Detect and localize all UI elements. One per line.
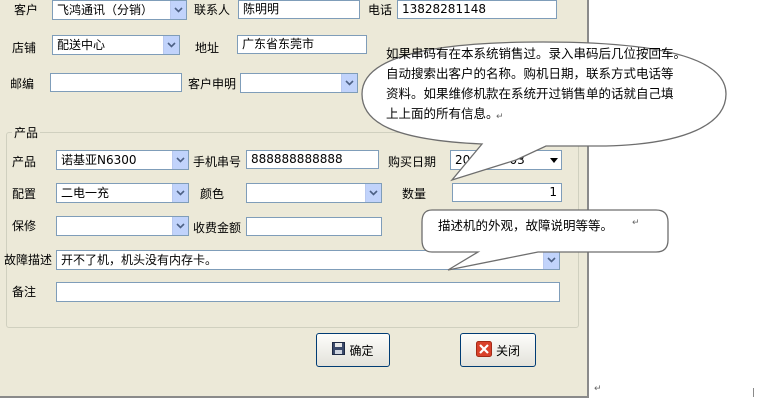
ok-label: 确定 — [349, 343, 374, 358]
customer-value: 飞鸿通讯（分销） — [57, 3, 154, 17]
close-button[interactable]: 关闭 — [460, 333, 536, 367]
store-value: 配送中心 — [57, 38, 106, 52]
remark-label: 备注 — [12, 285, 37, 299]
callout-line: 资料。如果维修机款在系统开过销售单的话就自己填 — [386, 86, 674, 101]
zip-label: 邮编 — [10, 77, 35, 91]
top-callout-text: 如果串码有在本系统销售过。录入串码后几位按回车。 自动搜索出客户的名称。购机日期… — [386, 44, 686, 124]
fee-label: 收费金额 — [193, 221, 242, 235]
qty-label: 数量 — [402, 187, 427, 201]
close-label: 关闭 — [495, 343, 520, 358]
chevron-down-icon[interactable] — [163, 36, 179, 54]
store-select[interactable]: 配送中心 — [52, 35, 180, 55]
claim-select[interactable] — [240, 73, 358, 93]
zip-field[interactable] — [50, 73, 182, 92]
color-select[interactable] — [246, 183, 382, 203]
address-label: 地址 — [195, 41, 220, 55]
warranty-select[interactable] — [56, 216, 189, 236]
product-group-title: 产品 — [12, 124, 41, 141]
callout-line: 上上面的所有信息。 — [386, 106, 499, 121]
chevron-down-icon[interactable] — [341, 74, 357, 92]
color-label: 颜色 — [200, 187, 225, 201]
text-cursor-icon: | — [752, 388, 756, 398]
contact-label: 联系人 — [194, 3, 231, 17]
return-mark-icon: ↵ — [594, 384, 602, 394]
phone-field[interactable]: 13828281148 — [397, 0, 557, 19]
chevron-down-icon[interactable] — [172, 151, 188, 169]
callout-line: 自动搜索出客户的名称。购机日期，联系方式电话等 — [386, 66, 674, 81]
address-field[interactable]: 广东省东莞市 — [237, 35, 367, 54]
warranty-label: 保修 — [12, 219, 37, 233]
close-icon — [475, 340, 492, 360]
fault-label: 故障描述 — [4, 253, 53, 267]
chevron-down-icon[interactable] — [172, 217, 188, 235]
return-mark-icon: ↵ — [632, 218, 640, 228]
serial-label: 手机串号 — [193, 155, 242, 169]
callout-line: 如果串码有在本系统销售过。录入串码后几位按回车。 — [386, 46, 687, 61]
config-value: 二电一充 — [61, 186, 110, 200]
return-mark-icon: ↵ — [496, 112, 504, 122]
customer-select[interactable]: 飞鸿通讯（分销） — [52, 0, 187, 20]
config-label: 配置 — [12, 187, 37, 201]
floppy-disk-icon — [332, 342, 346, 358]
config-select[interactable]: 二电一充 — [56, 183, 189, 203]
store-label: 店铺 — [12, 41, 37, 55]
product-value: 诺基亚N6300 — [61, 153, 137, 167]
fee-field[interactable] — [246, 217, 382, 236]
contact-field[interactable]: 陈明明 — [238, 0, 360, 19]
chevron-down-icon[interactable] — [170, 1, 186, 19]
product-label: 产品 — [12, 155, 37, 169]
customer-label: 客户 — [14, 3, 39, 17]
claim-label: 客户申明 — [188, 77, 237, 91]
product-select[interactable]: 诺基亚N6300 — [56, 150, 189, 170]
remark-field[interactable] — [56, 282, 560, 302]
ok-button[interactable]: 确定 — [316, 333, 390, 367]
bottom-callout-text: 描述机的外观，故障说明等等。 — [438, 218, 614, 233]
phone-label: 电话 — [368, 3, 393, 17]
chevron-down-icon[interactable] — [172, 184, 188, 202]
chevron-down-icon[interactable] — [365, 184, 381, 202]
fault-value: 开不了机，机头没有内存卡。 — [61, 253, 218, 267]
